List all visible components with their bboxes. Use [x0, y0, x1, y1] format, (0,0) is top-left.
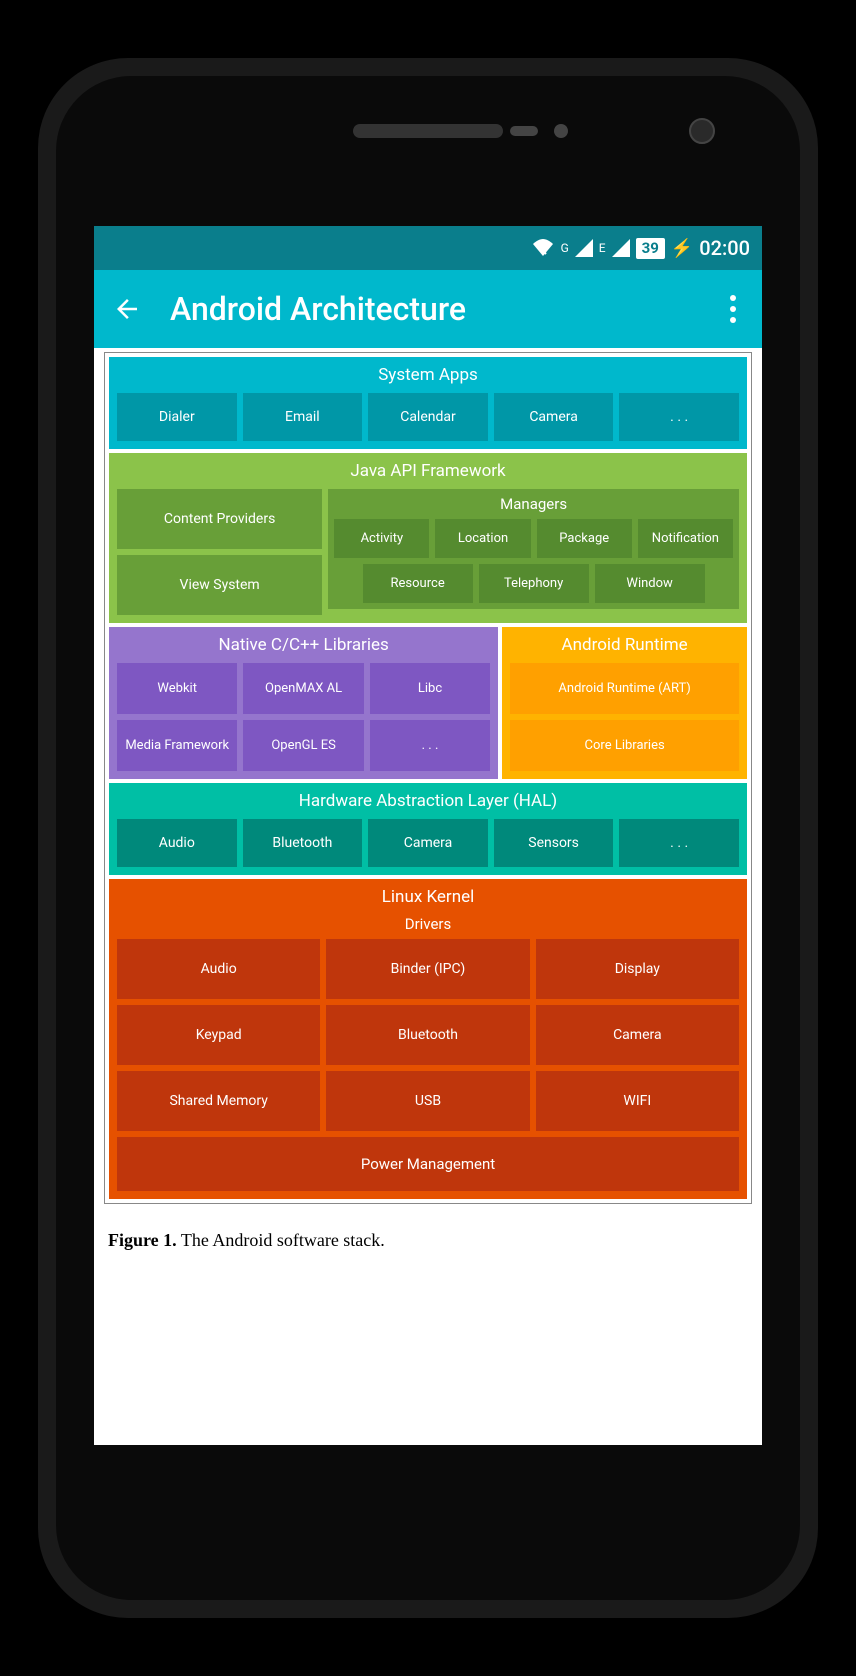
hal-layer: Hardware Abstraction Layer (HAL) Audio B… [109, 783, 747, 875]
battery-indicator: 39 [636, 238, 665, 259]
system-apps-title: System Apps [117, 365, 739, 385]
driver-box: Bluetooth [326, 1005, 529, 1065]
wifi-icon [531, 238, 555, 258]
power-management-box: Power Management [117, 1137, 739, 1191]
proximity-sensor [510, 126, 538, 136]
native-lib-box: Libc [370, 663, 490, 714]
hal-box: Camera [368, 819, 488, 867]
native-libs-title: Native C/C++ Libraries [117, 635, 490, 655]
runtime-box: Core Libraries [510, 720, 739, 771]
light-sensor [554, 124, 568, 138]
managers-title: Managers [334, 495, 733, 513]
system-app-box: . . . [619, 393, 739, 441]
native-lib-box: OpenGL ES [243, 720, 363, 771]
manager-box: Package [537, 519, 632, 558]
charging-icon: ⚡ [671, 238, 693, 259]
system-app-box: Camera [494, 393, 614, 441]
overflow-menu-icon[interactable] [722, 287, 744, 331]
signal1-label: G [561, 241, 569, 255]
driver-box: USB [326, 1071, 529, 1131]
phone-frame: G E 39 ⚡ 02:00 Android Architecture [38, 58, 818, 1618]
driver-box: Keypad [117, 1005, 320, 1065]
manager-box: Telephony [479, 564, 589, 603]
native-lib-box: . . . [370, 720, 490, 771]
front-camera [689, 118, 715, 144]
hal-title: Hardware Abstraction Layer (HAL) [117, 791, 739, 811]
driver-box: Audio [117, 939, 320, 999]
manager-box: Activity [334, 519, 429, 558]
phone-bezel: G E 39 ⚡ 02:00 Android Architecture [56, 76, 800, 1600]
signal1-icon [575, 239, 593, 257]
view-system-box: View System [117, 555, 322, 615]
clock: 02:00 [699, 236, 750, 260]
native-runtime-row: Native C/C++ Libraries Webkit OpenMAX AL… [109, 627, 747, 779]
driver-box: Binder (IPC) [326, 939, 529, 999]
android-runtime-title: Android Runtime [510, 635, 739, 655]
figure-caption: Figure 1. The Android software stack. [94, 1218, 762, 1263]
hal-box: Sensors [494, 819, 614, 867]
content-providers-box: Content Providers [117, 489, 322, 549]
caption-label: Figure 1. [108, 1230, 177, 1250]
android-runtime-layer: Android Runtime Android Runtime (ART) Co… [502, 627, 747, 779]
native-libs-layer: Native C/C++ Libraries Webkit OpenMAX AL… [109, 627, 498, 779]
system-apps-layer: System Apps Dialer Email Calendar Camera… [109, 357, 747, 449]
native-lib-box: Webkit [117, 663, 237, 714]
app-title: Android Architecture [170, 290, 722, 328]
java-api-layer: Java API Framework Content Providers Vie… [109, 453, 747, 623]
driver-box: Shared Memory [117, 1071, 320, 1131]
back-arrow-icon[interactable] [112, 294, 142, 324]
signal2-label: E [599, 241, 606, 255]
system-app-box: Calendar [368, 393, 488, 441]
system-app-box: Dialer [117, 393, 237, 441]
java-api-title: Java API Framework [117, 461, 739, 481]
manager-box: Window [595, 564, 705, 603]
hal-box: . . . [619, 819, 739, 867]
linux-title: Linux Kernel [117, 887, 739, 907]
linux-kernel-layer: Linux Kernel Drivers Audio Binder (IPC) … [109, 879, 747, 1199]
managers-section: Managers Activity Location Package Notif… [328, 489, 739, 609]
driver-box: Display [536, 939, 739, 999]
manager-box: Notification [638, 519, 733, 558]
caption-text: The Android software stack. [177, 1230, 385, 1250]
native-lib-box: OpenMAX AL [243, 663, 363, 714]
architecture-diagram: System Apps Dialer Email Calendar Camera… [104, 352, 752, 1204]
hal-box: Bluetooth [243, 819, 363, 867]
hal-box: Audio [117, 819, 237, 867]
app-bar: Android Architecture [94, 270, 762, 348]
manager-box: Location [435, 519, 530, 558]
speaker-grille [353, 124, 503, 138]
signal2-icon [612, 239, 630, 257]
status-bar[interactable]: G E 39 ⚡ 02:00 [94, 226, 762, 270]
screen: G E 39 ⚡ 02:00 Android Architecture [94, 226, 762, 1445]
driver-box: Camera [536, 1005, 739, 1065]
native-lib-box: Media Framework [117, 720, 237, 771]
runtime-box: Android Runtime (ART) [510, 663, 739, 714]
manager-box: Resource [363, 564, 473, 603]
driver-box: WIFI [536, 1071, 739, 1131]
content-area[interactable]: System Apps Dialer Email Calendar Camera… [94, 348, 762, 1445]
drivers-title: Drivers [117, 915, 739, 933]
system-app-box: Email [243, 393, 363, 441]
